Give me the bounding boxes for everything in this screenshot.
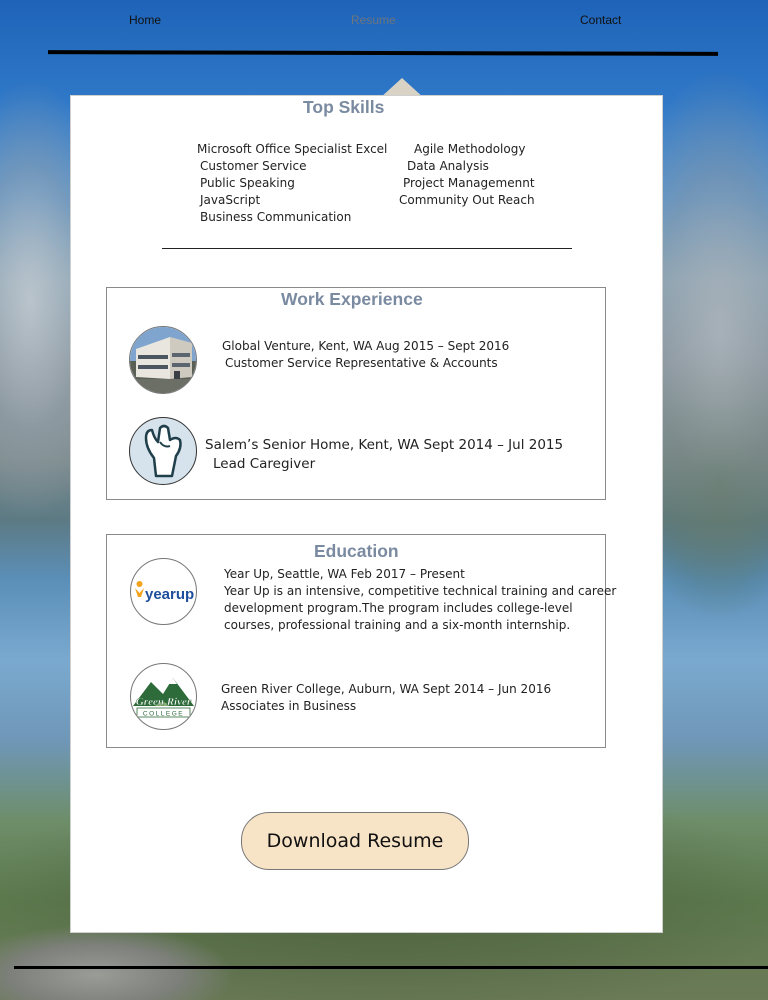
skill-item: Microsoft Office Specialist Excel bbox=[197, 142, 388, 156]
school-entry: Green River College, Auburn, WA Sept 201… bbox=[221, 681, 551, 715]
job-title-line: Global Venture, Kent, WA Aug 2015 – Sept… bbox=[222, 339, 510, 353]
green-river-college-text: COLLEGE bbox=[143, 711, 184, 718]
nav-resume-link[interactable]: Resume bbox=[351, 13, 396, 27]
job-role-line: Customer Service Representative & Accoun… bbox=[225, 356, 498, 370]
skill-item: Business Communication bbox=[200, 210, 352, 224]
nav-contact-link[interactable]: Contact bbox=[580, 13, 621, 27]
skills-divider bbox=[162, 248, 572, 249]
footer-divider bbox=[14, 966, 768, 969]
resume-card: Top Skills Microsoft Office Specialist E… bbox=[70, 95, 663, 933]
work-experience-title: Work Experience bbox=[281, 289, 423, 309]
office-building-logo bbox=[129, 326, 197, 394]
education-title: Education bbox=[314, 541, 399, 561]
hand-icon bbox=[144, 424, 182, 478]
school-title-line: Year Up, Seattle, WA Feb 2017 – Present bbox=[224, 567, 465, 581]
skill-item: Agile Methodology bbox=[414, 142, 526, 156]
school-entry: Year Up, Seattle, WA Feb 2017 – Present … bbox=[224, 566, 616, 634]
skill-item: JavaScript bbox=[200, 193, 261, 207]
work-experience-section: Work Experience Global Venture, Kent, WA… bbox=[106, 287, 606, 500]
green-river-logo-text: Green River bbox=[136, 696, 192, 708]
skills-title: Top Skills bbox=[303, 97, 385, 117]
school-desc-line: development program.The program includes… bbox=[224, 601, 573, 615]
skills-right-column: Agile Methodology Data Analysis Project … bbox=[399, 141, 535, 209]
nav-home-link[interactable]: Home bbox=[129, 13, 161, 27]
skill-item: Data Analysis bbox=[407, 159, 489, 173]
job-entry: Salem’s Senior Home, Kent, WA Sept 2014 … bbox=[205, 436, 563, 474]
yearup-logo-text: yearup bbox=[145, 586, 194, 603]
yearup-logo: yearup bbox=[130, 558, 197, 625]
header-divider bbox=[47, 50, 719, 56]
green-river-logo: Green River COLLEGE bbox=[130, 663, 197, 730]
skill-item: Community Out Reach bbox=[399, 193, 535, 207]
caring-hand-logo bbox=[129, 417, 197, 485]
skills-left-column: Microsoft Office Specialist Excel Custom… bbox=[197, 141, 387, 226]
job-entry: Global Venture, Kent, WA Aug 2015 – Sept… bbox=[222, 338, 509, 372]
download-resume-button[interactable]: Download Resume bbox=[241, 812, 469, 870]
school-title-line: Green River College, Auburn, WA Sept 201… bbox=[221, 682, 552, 696]
school-desc-line: Year Up is an intensive, competitive tec… bbox=[224, 584, 617, 598]
skill-item: Public Speaking bbox=[200, 176, 295, 190]
skill-item: Project Managemennt bbox=[403, 176, 535, 190]
education-section: Education yearup Year Up, Seattle, WA Fe… bbox=[106, 534, 616, 748]
school-desc-line: Associates in Business bbox=[221, 699, 357, 713]
job-title-line: Salem’s Senior Home, Kent, WA Sept 2014 … bbox=[205, 437, 564, 453]
skill-item: Customer Service bbox=[200, 159, 307, 173]
yearup-icon: yearup bbox=[135, 581, 194, 603]
green-river-icon: Green River COLLEGE bbox=[133, 678, 194, 718]
office-building-icon bbox=[130, 327, 196, 393]
top-nav: Home Resume Contact bbox=[0, 0, 768, 42]
school-desc-line: courses, professional training and a six… bbox=[224, 618, 571, 632]
job-role-line: Lead Caregiver bbox=[213, 456, 316, 472]
